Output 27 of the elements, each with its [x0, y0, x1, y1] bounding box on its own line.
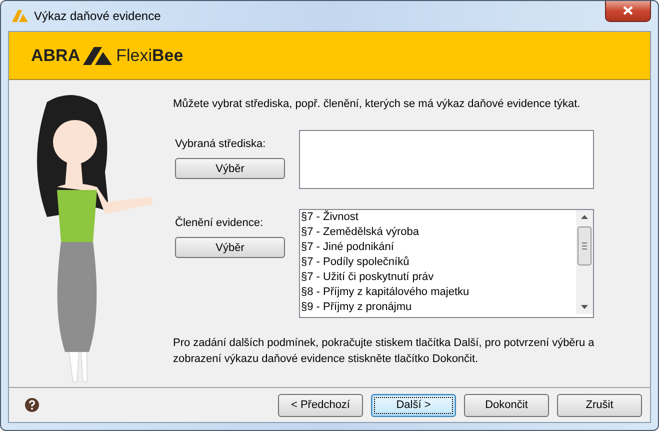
list-item[interactable]: §7 - Zemědělská výroba — [301, 225, 576, 240]
hint-text: Pro zadání dalších podmínek, pokračujte stiskem tlačítka Další, pro potvrzení výběru a zobrazení výkazu daňové evidence stiskněte tlačítko Dokončit. — [173, 336, 596, 367]
product-logo-text: FlexiBee — [116, 46, 184, 66]
help-icon[interactable] — [25, 398, 39, 412]
centers-label: Vybraná střediska: — [175, 138, 267, 150]
brand-logo-text: ABRA — [31, 46, 80, 66]
list-item[interactable]: §7 - Jiné podnikání — [301, 240, 576, 255]
list-item[interactable]: §7 - Živnost — [301, 210, 576, 225]
dialog-button[interactable]: < Předchozí — [278, 394, 363, 416]
app-logo-icon — [12, 10, 28, 22]
dialog-button[interactable]: Zrušit — [557, 394, 642, 416]
selected-centers-box[interactable] — [299, 130, 594, 189]
select-centers-button[interactable]: Výběr — [175, 158, 285, 179]
window-title: Výkaz daňové evidence — [34, 9, 162, 23]
close-icon — [623, 6, 633, 15]
list-item[interactable]: §7 - Užití či poskytnutí práv — [301, 270, 576, 285]
dialog-button[interactable]: Dokončit — [464, 394, 549, 416]
close-button[interactable] — [605, 0, 651, 22]
dialog-button[interactable]: Další > — [371, 394, 456, 416]
intro-text: Můžete vybrat střediska, popř. členění, kterých se má výkaz daňové evidence týkat. — [173, 98, 582, 110]
list-item[interactable]: §9 - Příjmy z pronájmu — [301, 300, 576, 315]
list-item[interactable]: §7 - Podíly společníků — [301, 255, 576, 270]
divisions-label: Členění evidence: — [175, 217, 264, 229]
logo-icon — [83, 46, 114, 64]
divisions-list[interactable]: §7 - Živnost §7 - Zemědělská výroba §7 - Jiné podnikání §7 - Podíly společníků §7 - Užití či poskytnutí práv §8 - Příjmy z kapitálového majetku §9 - Příjmy z pronájmu — [299, 209, 594, 318]
list-item[interactable]: §8 - Příjmy z kapitálového majetku — [301, 285, 576, 300]
select-divisions-button[interactable]: Výběr — [175, 237, 285, 258]
